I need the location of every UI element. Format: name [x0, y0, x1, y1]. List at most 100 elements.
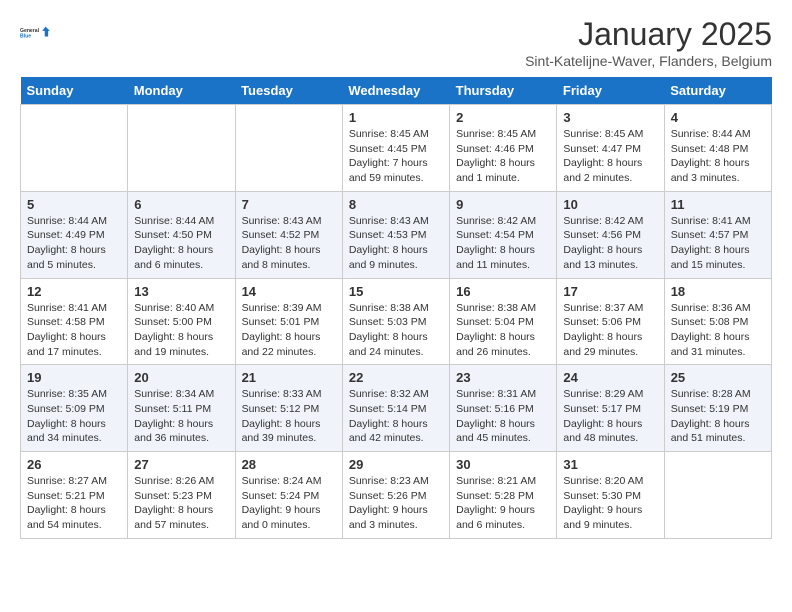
week-row-4: 19 Sunrise: 8:35 AM Sunset: 5:09 PM Dayli… [21, 365, 772, 452]
calendar-cell: 10 Sunrise: 8:42 AM Sunset: 4:56 PM Dayli… [557, 191, 664, 278]
calendar-cell: 11Sunrise: 8:41 AM Sunset: 4:57 PM Dayli… [664, 191, 771, 278]
day-info: Sunrise: 8:43 AM Sunset: 4:52 PM Dayligh… [242, 215, 322, 271]
calendar-cell: 29 Sunrise: 8:23 AM Sunset: 5:26 PM Dayli… [342, 452, 449, 539]
calendar-cell: 25 Sunrise: 8:28 AM Sunset: 5:19 PM Dayli… [664, 365, 771, 452]
calendar-cell: 15 Sunrise: 8:38 AM Sunset: 5:03 PM Dayli… [342, 278, 449, 365]
day-number: 31 [563, 457, 657, 472]
day-info: Sunrise: 8:29 AM Sunset: 5:17 PM Dayligh… [563, 388, 643, 444]
day-number: 3 [563, 110, 657, 125]
day-info: Sunrise: 8:45 AM Sunset: 4:45 PM Dayligh… [349, 128, 429, 184]
day-info: Sunrise: 8:27 AM Sunset: 5:21 PM Dayligh… [27, 475, 107, 531]
calendar-cell [664, 452, 771, 539]
day-number: 28 [242, 457, 336, 472]
svg-text:Blue: Blue [20, 33, 31, 39]
calendar-table: SundayMondayTuesdayWednesdayThursdayFrid… [20, 77, 772, 539]
weekday-header-monday: Monday [128, 77, 235, 105]
day-info: Sunrise: 8:34 AM Sunset: 5:11 PM Dayligh… [134, 388, 214, 444]
day-number: 17 [563, 284, 657, 299]
day-number: 25 [671, 370, 765, 385]
location: Sint-Katelijne-Waver, Flanders, Belgium [525, 53, 772, 69]
day-info: Sunrise: 8:37 AM Sunset: 5:06 PM Dayligh… [563, 302, 643, 358]
calendar-cell: 13Sunrise: 8:40 AM Sunset: 5:00 PM Dayli… [128, 278, 235, 365]
calendar-cell: 7 Sunrise: 8:43 AM Sunset: 4:52 PM Daylig… [235, 191, 342, 278]
calendar-cell: 5 Sunrise: 8:44 AM Sunset: 4:49 PM Daylig… [21, 191, 128, 278]
day-number: 19 [27, 370, 121, 385]
calendar-cell: 20 Sunrise: 8:34 AM Sunset: 5:11 PM Dayli… [128, 365, 235, 452]
calendar-cell: 1 Sunrise: 8:45 AM Sunset: 4:45 PM Daylig… [342, 105, 449, 192]
day-number: 27 [134, 457, 228, 472]
day-info: Sunrise: 8:44 AM Sunset: 4:49 PM Dayligh… [27, 215, 107, 271]
day-info: Sunrise: 8:38 AM Sunset: 5:03 PM Dayligh… [349, 302, 429, 358]
day-number: 9 [456, 197, 550, 212]
day-number: 10 [563, 197, 657, 212]
weekday-header-saturday: Saturday [664, 77, 771, 105]
day-number: 8 [349, 197, 443, 212]
day-number: 15 [349, 284, 443, 299]
day-info: Sunrise: 8:26 AM Sunset: 5:23 PM Dayligh… [134, 475, 214, 531]
calendar-cell [21, 105, 128, 192]
day-number: 12 [27, 284, 121, 299]
week-row-5: 26Sunrise: 8:27 AM Sunset: 5:21 PM Dayli… [21, 452, 772, 539]
day-info: Sunrise: 8:24 AM Sunset: 5:24 PM Dayligh… [242, 475, 322, 531]
calendar-cell: 14 Sunrise: 8:39 AM Sunset: 5:01 PM Dayli… [235, 278, 342, 365]
calendar-cell: 26Sunrise: 8:27 AM Sunset: 5:21 PM Dayli… [21, 452, 128, 539]
calendar-cell: 6 Sunrise: 8:44 AM Sunset: 4:50 PM Daylig… [128, 191, 235, 278]
weekday-header-friday: Friday [557, 77, 664, 105]
calendar-cell: 31 Sunrise: 8:20 AM Sunset: 5:30 PM Dayli… [557, 452, 664, 539]
svg-text:General: General [20, 28, 40, 34]
calendar-cell: 30Sunrise: 8:21 AM Sunset: 5:28 PM Dayli… [450, 452, 557, 539]
weekday-header-tuesday: Tuesday [235, 77, 342, 105]
day-number: 14 [242, 284, 336, 299]
day-number: 21 [242, 370, 336, 385]
day-number: 16 [456, 284, 550, 299]
day-info: Sunrise: 8:35 AM Sunset: 5:09 PM Dayligh… [27, 388, 107, 444]
day-info: Sunrise: 8:45 AM Sunset: 4:47 PM Dayligh… [563, 128, 643, 184]
day-info: Sunrise: 8:36 AM Sunset: 5:08 PM Dayligh… [671, 302, 751, 358]
day-number: 29 [349, 457, 443, 472]
calendar-cell: 12 Sunrise: 8:41 AM Sunset: 4:58 PM Dayli… [21, 278, 128, 365]
calendar-cell: 4 Sunrise: 8:44 AM Sunset: 4:48 PM Daylig… [664, 105, 771, 192]
logo: GeneralBlue [20, 16, 52, 48]
day-info: Sunrise: 8:39 AM Sunset: 5:01 PM Dayligh… [242, 302, 322, 358]
calendar-cell: 21Sunrise: 8:33 AM Sunset: 5:12 PM Dayli… [235, 365, 342, 452]
day-number: 4 [671, 110, 765, 125]
day-info: Sunrise: 8:31 AM Sunset: 5:16 PM Dayligh… [456, 388, 536, 444]
day-info: Sunrise: 8:32 AM Sunset: 5:14 PM Dayligh… [349, 388, 429, 444]
week-row-3: 12 Sunrise: 8:41 AM Sunset: 4:58 PM Dayli… [21, 278, 772, 365]
calendar-cell: 18Sunrise: 8:36 AM Sunset: 5:08 PM Dayli… [664, 278, 771, 365]
title-section: January 2025 Sint-Katelijne-Waver, Fland… [525, 16, 772, 69]
week-row-1: 1 Sunrise: 8:45 AM Sunset: 4:45 PM Daylig… [21, 105, 772, 192]
calendar-cell: 8Sunrise: 8:43 AM Sunset: 4:53 PM Daylig… [342, 191, 449, 278]
day-number: 24 [563, 370, 657, 385]
weekday-header-thursday: Thursday [450, 77, 557, 105]
calendar-cell [235, 105, 342, 192]
day-info: Sunrise: 8:44 AM Sunset: 4:50 PM Dayligh… [134, 215, 214, 271]
logo-icon: GeneralBlue [20, 16, 52, 48]
calendar-cell: 9Sunrise: 8:42 AM Sunset: 4:54 PM Daylig… [450, 191, 557, 278]
day-number: 11 [671, 197, 765, 212]
calendar-cell: 24 Sunrise: 8:29 AM Sunset: 5:17 PM Dayli… [557, 365, 664, 452]
day-info: Sunrise: 8:21 AM Sunset: 5:28 PM Dayligh… [456, 475, 536, 531]
day-info: Sunrise: 8:38 AM Sunset: 5:04 PM Dayligh… [456, 302, 536, 358]
day-info: Sunrise: 8:41 AM Sunset: 4:58 PM Dayligh… [27, 302, 107, 358]
month-title: January 2025 [525, 16, 772, 53]
calendar-cell: 22Sunrise: 8:32 AM Sunset: 5:14 PM Dayli… [342, 365, 449, 452]
day-number: 5 [27, 197, 121, 212]
day-number: 7 [242, 197, 336, 212]
calendar-cell: 17 Sunrise: 8:37 AM Sunset: 5:06 PM Dayli… [557, 278, 664, 365]
day-info: Sunrise: 8:44 AM Sunset: 4:48 PM Dayligh… [671, 128, 751, 184]
day-info: Sunrise: 8:28 AM Sunset: 5:19 PM Dayligh… [671, 388, 751, 444]
header: GeneralBlue January 2025 Sint-Katelijne-… [20, 16, 772, 69]
day-number: 6 [134, 197, 228, 212]
day-number: 1 [349, 110, 443, 125]
calendar-cell: 16 Sunrise: 8:38 AM Sunset: 5:04 PM Dayli… [450, 278, 557, 365]
day-info: Sunrise: 8:20 AM Sunset: 5:30 PM Dayligh… [563, 475, 643, 531]
calendar-cell: 19 Sunrise: 8:35 AM Sunset: 5:09 PM Dayli… [21, 365, 128, 452]
day-number: 23 [456, 370, 550, 385]
calendar-cell: 23 Sunrise: 8:31 AM Sunset: 5:16 PM Dayli… [450, 365, 557, 452]
weekday-header-row: SundayMondayTuesdayWednesdayThursdayFrid… [21, 77, 772, 105]
day-number: 20 [134, 370, 228, 385]
day-info: Sunrise: 8:42 AM Sunset: 4:56 PM Dayligh… [563, 215, 643, 271]
day-number: 2 [456, 110, 550, 125]
day-info: Sunrise: 8:23 AM Sunset: 5:26 PM Dayligh… [349, 475, 429, 531]
